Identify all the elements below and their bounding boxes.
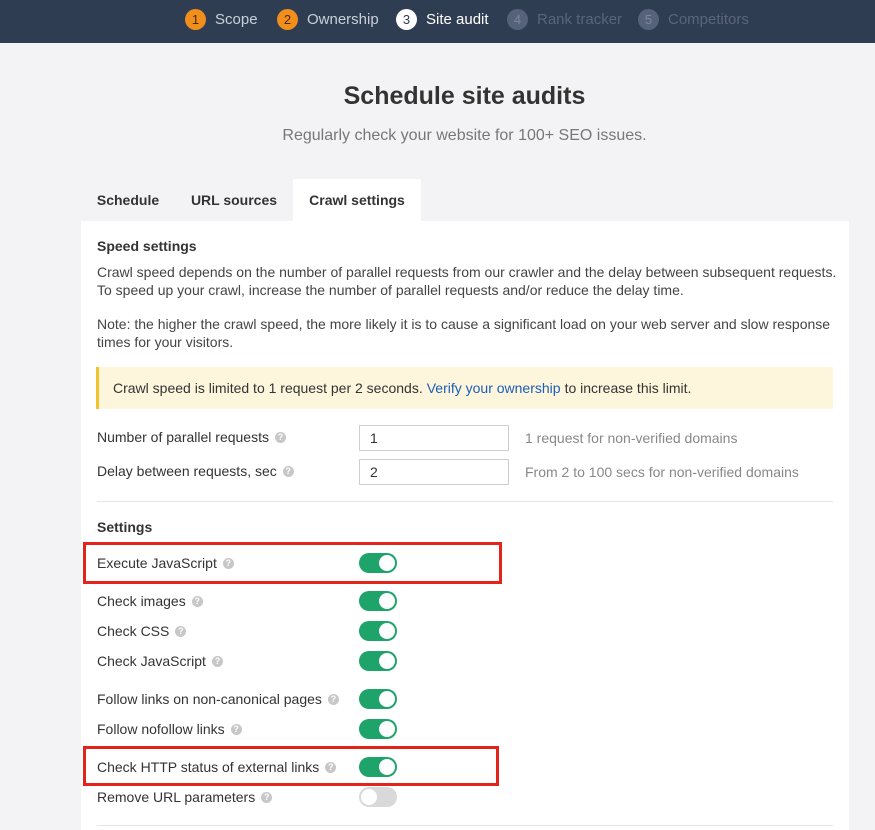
step-label: Site audit [426, 10, 489, 28]
tab-crawl-settings[interactable]: Crawl settings [293, 179, 421, 221]
help-icon[interactable]: ? [230, 723, 242, 735]
step-label: Rank tracker [537, 10, 623, 28]
help-icon[interactable]: ? [282, 465, 294, 477]
step-site-audit[interactable]: 3 Site audit [396, 8, 489, 30]
verify-ownership-link[interactable]: Verify your ownership [427, 380, 561, 396]
speed-settings-title: Speed settings [97, 238, 197, 254]
help-icon[interactable]: ? [327, 693, 339, 705]
tab-url-sources[interactable]: URL sources [176, 179, 292, 221]
step-scope[interactable]: 1 Scope [185, 8, 258, 30]
check-images-toggle[interactable] [359, 591, 397, 611]
remove-url-params-toggle[interactable] [359, 787, 397, 807]
toggle-label-text: Check images [97, 593, 186, 609]
follow-nofollow-label: Follow nofollow links ? [97, 719, 242, 739]
section-divider [97, 501, 833, 502]
toggle-knob [379, 653, 395, 669]
step-competitors: 5 Competitors [638, 8, 749, 30]
check-javascript-label: Check JavaScript ? [97, 651, 223, 671]
field-label-text: Number of parallel requests [97, 429, 269, 445]
toggle-label-text: Follow links on non-canonical pages [97, 691, 322, 707]
step-number: 4 [507, 8, 528, 30]
field-label-text: Delay between requests, sec [97, 463, 277, 479]
page-title: Schedule site audits [343, 82, 586, 110]
help-icon[interactable]: ? [175, 625, 187, 637]
parallel-requests-label: Number of parallel requests ? [97, 429, 286, 445]
check-css-label: Check CSS ? [97, 621, 187, 641]
tab-schedule[interactable]: Schedule [81, 179, 175, 221]
toggle-knob [361, 789, 377, 805]
step-label: Scope [215, 10, 258, 28]
check-javascript-toggle[interactable] [359, 651, 397, 671]
check-css-toggle[interactable] [359, 621, 397, 641]
step-rank-tracker: 4 Rank tracker [507, 8, 622, 30]
step-label: Competitors [668, 10, 749, 28]
parallel-requests-hint: 1 request for non-verified domains [525, 430, 738, 446]
follow-noncanonical-toggle[interactable] [359, 689, 397, 709]
onboarding-stepper: 1 Scope 2 Ownership 3 Site audit 4 Rank … [0, 0, 875, 43]
highlight-box-execute-javascript [83, 542, 502, 584]
speed-note: Note: the higher the crawl speed, the mo… [97, 316, 831, 350]
delay-label: Delay between requests, sec ? [97, 463, 294, 479]
step-label: Ownership [307, 10, 379, 28]
toggle-knob [379, 691, 395, 707]
speed-limit-notice: Crawl speed is limited to 1 request per … [96, 367, 833, 409]
toggle-label-text: Check JavaScript [97, 653, 206, 669]
notice-text-end: to increase this limit. [564, 380, 692, 396]
notice-text: Crawl speed is limited to 1 request per … [113, 380, 423, 396]
help-icon[interactable]: ? [261, 791, 273, 803]
step-number: 3 [396, 8, 417, 30]
speed-description: Crawl speed depends on the number of par… [97, 264, 837, 298]
toggle-knob [379, 721, 395, 737]
help-icon[interactable]: ? [274, 431, 286, 443]
step-number: 1 [185, 8, 206, 30]
settings-title: Settings [97, 519, 153, 535]
step-ownership[interactable]: 2 Ownership [277, 8, 379, 30]
delay-input[interactable] [359, 459, 509, 485]
help-icon[interactable]: ? [211, 655, 223, 667]
highlight-box-external-links [83, 746, 499, 786]
toggle-knob [379, 623, 395, 639]
section-divider [97, 825, 833, 826]
check-images-label: Check images ? [97, 591, 203, 611]
remove-url-params-label: Remove URL parameters ? [97, 787, 273, 807]
toggle-label-text: Remove URL parameters [97, 789, 256, 805]
delay-hint: From 2 to 100 secs for non-verified doma… [525, 464, 799, 480]
step-number: 2 [277, 8, 298, 30]
toggle-label-text: Check CSS [97, 623, 170, 639]
follow-nofollow-toggle[interactable] [359, 719, 397, 739]
toggle-knob [379, 593, 395, 609]
help-icon[interactable]: ? [191, 595, 203, 607]
page-subtitle: Regularly check your website for 100+ SE… [282, 127, 647, 144]
step-number: 5 [638, 8, 659, 30]
toggle-label-text: Follow nofollow links [97, 721, 225, 737]
parallel-requests-input[interactable] [359, 425, 509, 451]
follow-noncanonical-label: Follow links on non-canonical pages ? [97, 689, 339, 709]
